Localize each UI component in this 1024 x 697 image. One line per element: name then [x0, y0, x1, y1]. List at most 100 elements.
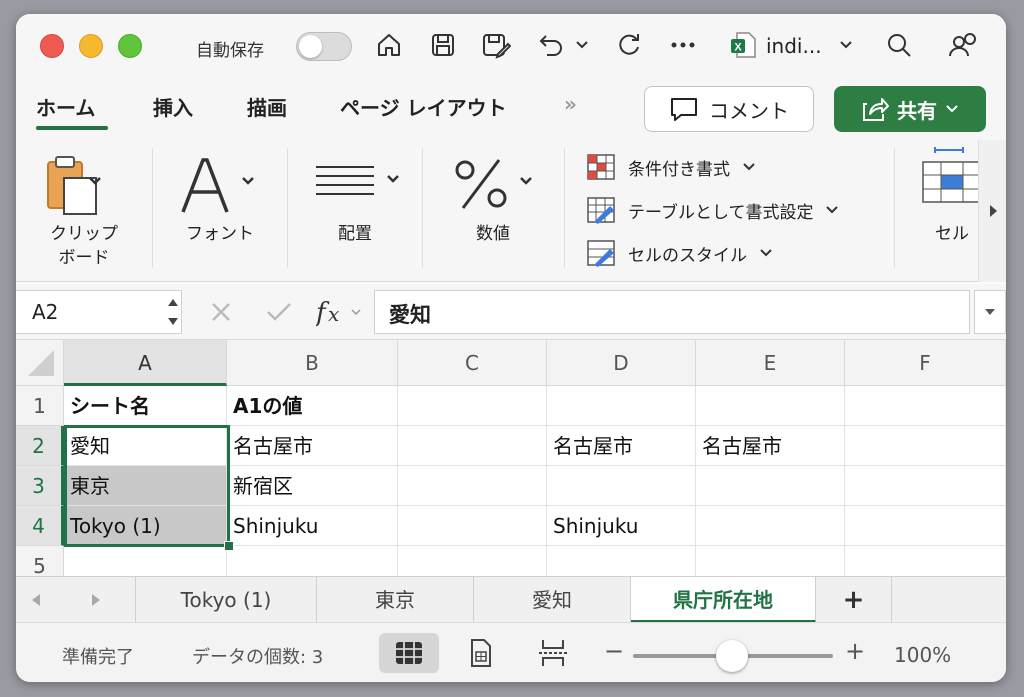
cell-c5[interactable]: [398, 546, 547, 576]
row-header-5[interactable]: 5: [16, 546, 64, 576]
cell-e5[interactable]: [696, 546, 845, 576]
cell-d5[interactable]: [547, 546, 696, 576]
column-header-c[interactable]: C: [398, 340, 547, 386]
cell-d2[interactable]: 名古屋市: [547, 426, 696, 466]
account-icon[interactable]: [946, 28, 980, 62]
undo-dropdown-chevron-icon[interactable]: [572, 28, 592, 62]
column-header-a[interactable]: A: [64, 340, 227, 386]
number-group[interactable]: 数値: [423, 140, 563, 282]
row-header-3[interactable]: 3: [16, 466, 64, 506]
sheet-tab-aichi[interactable]: 愛知: [474, 577, 631, 623]
cell-c1[interactable]: [398, 386, 547, 426]
cell-b1[interactable]: A1の値: [227, 386, 398, 426]
tab-insert[interactable]: 挿入: [153, 92, 193, 121]
undo-icon[interactable]: [534, 28, 568, 62]
cell-f5[interactable]: [845, 546, 1006, 576]
minimize-window-button[interactable]: [79, 34, 103, 58]
column-header-b[interactable]: B: [227, 340, 398, 386]
cell-d4[interactable]: Shinjuku: [547, 506, 696, 546]
alignment-group[interactable]: 配置: [288, 140, 422, 282]
conditional-formatting-icon: [587, 154, 615, 180]
cell-b4[interactable]: Shinjuku: [227, 506, 398, 546]
caret-right-icon: [989, 205, 997, 217]
cell-f2[interactable]: [845, 426, 1006, 466]
name-box-stepper-icon[interactable]: [166, 294, 180, 330]
cell-f3[interactable]: [845, 466, 1006, 506]
format-as-table-button[interactable]: テーブルとして書式設定: [586, 195, 839, 225]
next-sheet-button[interactable]: [56, 577, 136, 623]
select-all-corner[interactable]: [16, 340, 64, 386]
enter-check-icon[interactable]: [266, 301, 292, 323]
zoom-level[interactable]: 100%: [894, 643, 951, 667]
cell-a5[interactable]: [64, 546, 227, 576]
search-icon[interactable]: [882, 28, 916, 62]
cell-d1[interactable]: [547, 386, 696, 426]
cell-e2[interactable]: 名古屋市: [696, 426, 845, 466]
spreadsheet-grid: A B C D E F 1 2 3 4 5 シート名 A1の値 愛知 名古屋市 …: [16, 340, 1006, 576]
cells-group[interactable]: セル: [895, 140, 979, 282]
share-button[interactable]: 共有: [834, 86, 986, 132]
ribbon-scroll-right-button[interactable]: [978, 140, 1006, 282]
more-tabs-icon[interactable]: »: [564, 92, 577, 116]
page-break-view-button[interactable]: [523, 633, 583, 673]
cell-d3[interactable]: [547, 466, 696, 506]
clipboard-group[interactable]: クリップ ボード: [16, 140, 152, 282]
cell-e1[interactable]: [696, 386, 845, 426]
more-icon[interactable]: [666, 28, 700, 62]
row-header-1[interactable]: 1: [16, 386, 64, 426]
redo-icon[interactable]: [612, 28, 646, 62]
save-as-icon[interactable]: [479, 28, 513, 62]
formula-input[interactable]: 愛知: [374, 290, 970, 334]
conditional-formatting-button[interactable]: 条件付き書式: [586, 152, 756, 182]
cell-a2[interactable]: 愛知: [64, 426, 227, 466]
sheet-tab-capitals[interactable]: 県庁所在地: [631, 577, 816, 623]
font-group[interactable]: フォント: [153, 140, 287, 282]
svg-text:X: X: [734, 42, 742, 54]
cell-e3[interactable]: [696, 466, 845, 506]
tab-home[interactable]: ホーム: [36, 92, 95, 121]
cell-b3[interactable]: 新宿区: [227, 466, 398, 506]
prev-sheet-button[interactable]: [16, 577, 56, 623]
row-header-4[interactable]: 4: [16, 506, 64, 546]
home-icon[interactable]: [372, 28, 406, 62]
cell-e4[interactable]: [696, 506, 845, 546]
autosave-toggle[interactable]: [296, 32, 352, 61]
save-icon[interactable]: [426, 28, 460, 62]
zoom-slider-knob[interactable]: [716, 640, 748, 672]
row-header-2[interactable]: 2: [16, 426, 64, 466]
column-header-e[interactable]: E: [696, 340, 845, 386]
column-header-f[interactable]: F: [845, 340, 1006, 386]
cell-a1[interactable]: シート名: [64, 386, 227, 426]
insert-function-icon[interactable]: fx: [316, 296, 368, 328]
cell-b2[interactable]: 名古屋市: [227, 426, 398, 466]
sheet-tab-tokyo-1[interactable]: Tokyo (1): [136, 577, 317, 623]
cell-f4[interactable]: [845, 506, 1006, 546]
cell-styles-button[interactable]: セルのスタイル: [586, 238, 773, 268]
comment-button[interactable]: コメント: [644, 86, 814, 132]
page-layout-view-button[interactable]: [451, 633, 511, 673]
tab-page-layout[interactable]: ページ レイアウト: [340, 92, 507, 121]
formula-expand-button[interactable]: [974, 290, 1006, 334]
zoom-window-button[interactable]: [118, 34, 142, 58]
close-window-button[interactable]: [40, 34, 64, 58]
column-header-d[interactable]: D: [547, 340, 696, 386]
fill-handle[interactable]: [224, 541, 234, 551]
cell-b5[interactable]: [227, 546, 398, 576]
cell-a3[interactable]: 東京: [64, 466, 227, 506]
sheet-tab-tokyo[interactable]: 東京: [317, 577, 474, 623]
normal-view-button[interactable]: [379, 633, 439, 673]
cancel-icon[interactable]: [210, 301, 232, 323]
cell-c2[interactable]: [398, 426, 547, 466]
cell-c4[interactable]: [398, 506, 547, 546]
comment-icon: [671, 98, 697, 121]
add-sheet-button[interactable]: +: [816, 577, 892, 623]
file-name[interactable]: indi...: [766, 34, 822, 58]
cell-a4[interactable]: Tokyo (1): [64, 506, 227, 546]
tab-draw[interactable]: 描画: [247, 92, 287, 121]
name-box[interactable]: A2: [16, 290, 182, 334]
cell-f1[interactable]: [845, 386, 1006, 426]
cell-c3[interactable]: [398, 466, 547, 506]
zoom-out-button[interactable]: −: [604, 637, 624, 665]
file-menu-chevron-icon[interactable]: [834, 28, 858, 62]
zoom-in-button[interactable]: +: [845, 637, 865, 665]
